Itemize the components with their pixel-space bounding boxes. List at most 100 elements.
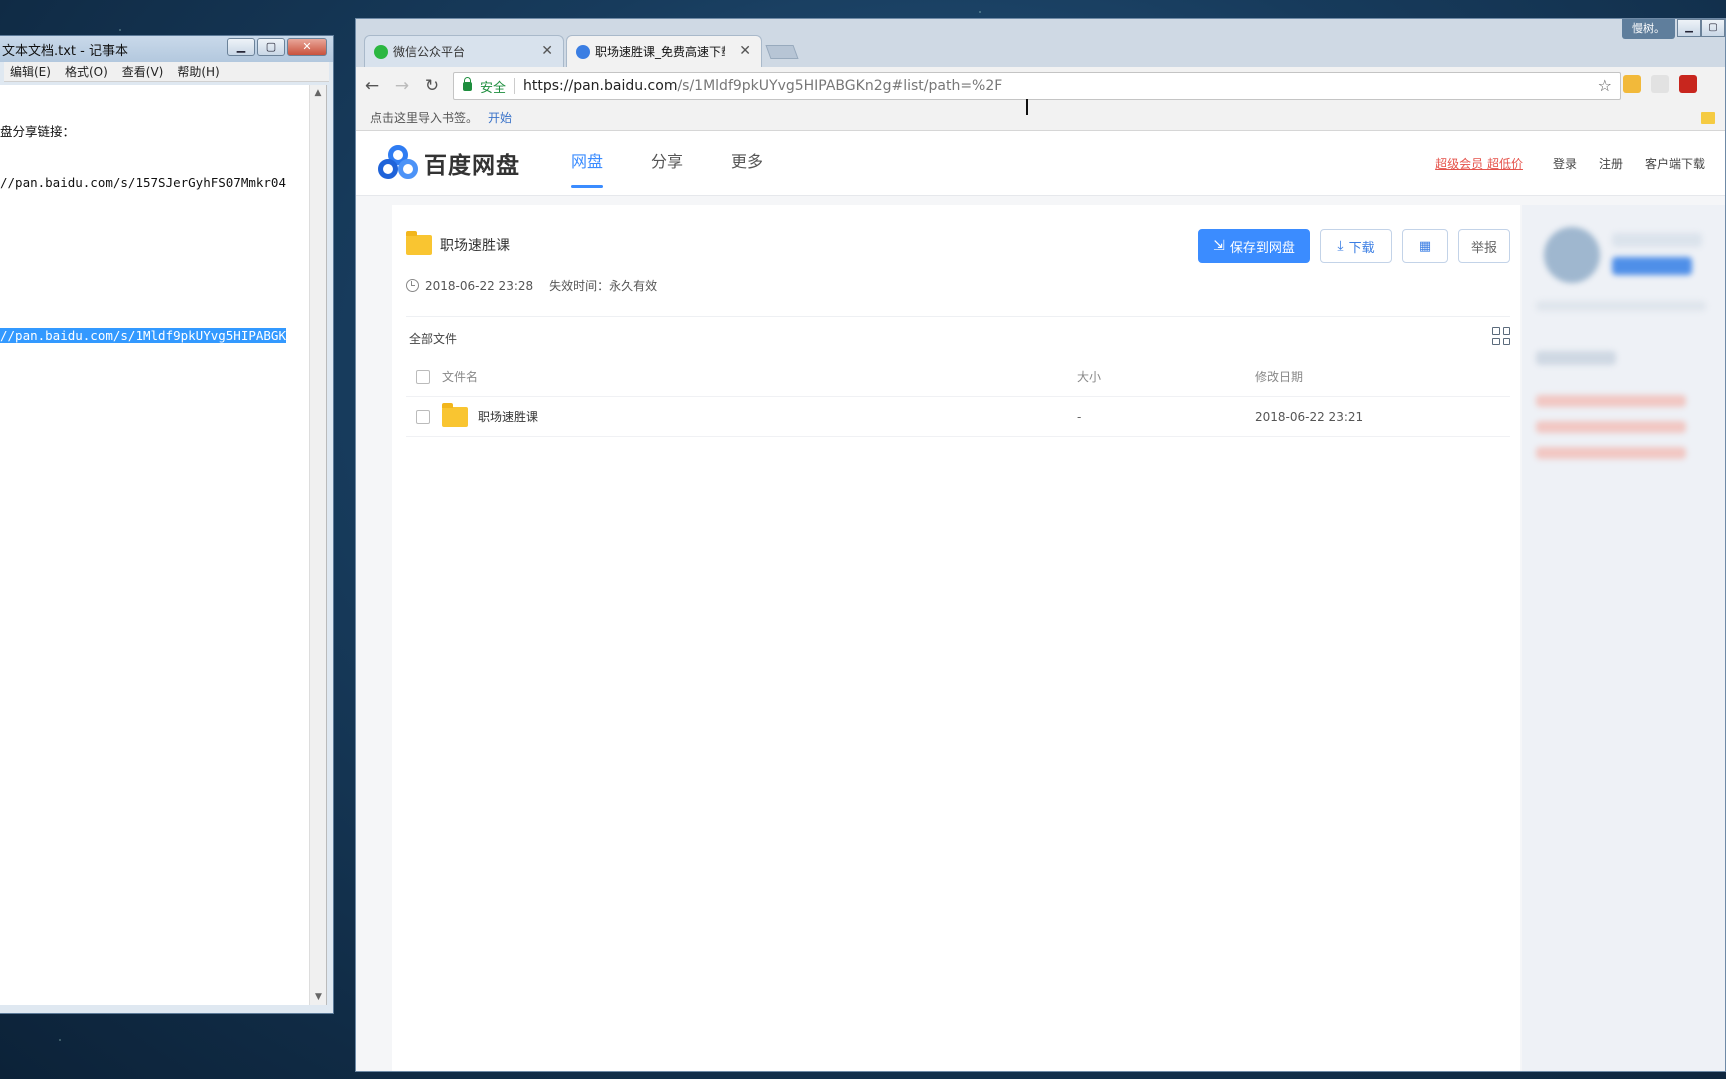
column-header-size[interactable]: 大小 (1077, 368, 1255, 385)
menu-view[interactable]: 查看(V) (122, 63, 164, 80)
back-arrow-icon[interactable]: ← (358, 76, 386, 96)
bookmarks-bar: 点击这里导入书签。 开始 (356, 105, 1725, 131)
share-title: 职场速胜课 (440, 238, 510, 254)
notepad-titlebar[interactable]: 文本文档.txt - 记事本 ▁ ▢ ✕ (0, 36, 333, 62)
side-panel (1522, 205, 1725, 1071)
baidu-pan-logo-icon (378, 145, 420, 181)
address-bar[interactable]: 安全 https://pan.baidu.com/s/1Mldf9pkUYvg5… (453, 72, 1621, 100)
column-header-date[interactable]: 修改日期 (1255, 368, 1510, 385)
avatar (1544, 227, 1600, 283)
minimize-button[interactable]: ▁ (1677, 19, 1701, 37)
text-cursor (1026, 99, 1028, 115)
tab-title: 职场速胜课_免费高速下载 (595, 45, 725, 59)
baidu-pan-icon (576, 45, 590, 59)
blurred-text (1536, 395, 1686, 407)
file-table: 文件名 大小 修改日期 职场速胜课 - 2018-06-22 23:21 (406, 357, 1510, 437)
blurred-text (1536, 421, 1686, 433)
scroll-up-icon[interactable]: ▲ (310, 85, 326, 101)
close-button[interactable]: ✕ (287, 38, 327, 56)
text-line: 盘分享链接： (0, 124, 76, 139)
report-button[interactable]: 举报 (1458, 229, 1510, 263)
extension-icon[interactable] (1651, 75, 1669, 93)
site-logo[interactable]: 百度网盘 (378, 145, 520, 181)
selected-text[interactable]: //pan.baidu.com/s/1Mldf9pkUYvg5HIPABGK (0, 328, 286, 343)
new-tab-button[interactable] (765, 45, 799, 59)
forward-arrow-icon[interactable]: → (388, 76, 416, 96)
lock-icon (463, 76, 472, 91)
share-expire-time: 失效时间：永久有效 (549, 279, 658, 293)
bookmarks-import-prompt[interactable]: 点击这里导入书签。 (370, 109, 478, 126)
blurred-text (1536, 351, 1616, 365)
logo-text: 百度网盘 (424, 153, 520, 179)
blurred-text (1612, 233, 1702, 247)
close-icon[interactable]: ✕ (541, 43, 553, 59)
tab-baidu-pan[interactable]: 职场速胜课_免费高速下载 ✕ (566, 35, 762, 67)
profile-badge[interactable]: 慢树。 (1622, 19, 1675, 39)
select-all-checkbox[interactable] (416, 369, 430, 384)
table-header: 文件名 大小 修改日期 (406, 357, 1510, 397)
notepad-title: 文本文档.txt - 记事本 (2, 43, 128, 59)
extension-icon[interactable] (1623, 75, 1641, 93)
column-header-name[interactable]: 文件名 (442, 368, 1077, 385)
nav-item-netdisk[interactable]: 网盘 (571, 131, 604, 196)
share-content: 职场速胜课 2018-06-22 23:28 失效时间：永久有效 ⇲ 保存到网盘… (392, 205, 1520, 1071)
share-created-time: 2018-06-22 23:28 (425, 278, 534, 293)
menu-format[interactable]: 格式(O) (65, 63, 108, 80)
qrcode-icon: ▦ (1418, 238, 1432, 254)
nav-item-share[interactable]: 分享 (651, 131, 683, 196)
blurred-button (1612, 257, 1692, 275)
file-size: - (1077, 409, 1082, 424)
clock-icon (406, 279, 419, 292)
vip-promo-link[interactable]: 超级会员 超低价 (1435, 155, 1523, 172)
share-meta: 2018-06-22 23:28 失效时间：永久有效 (406, 277, 657, 294)
scroll-down-icon[interactable]: ▼ (310, 989, 327, 1005)
text-line (0, 276, 326, 293)
login-link[interactable]: 登录 (1553, 155, 1577, 172)
bookmark-star-icon[interactable]: ☆ (1598, 76, 1612, 95)
blurred-text (1536, 447, 1686, 459)
site-header: 百度网盘 网盘 分享 更多 超级会员 超低价 登录 注册 客户端下载 (356, 131, 1725, 196)
nav-item-more[interactable]: 更多 (731, 131, 763, 196)
file-date: 2018-06-22 23:21 (1255, 409, 1364, 424)
client-download-link[interactable]: 客户端下载 (1645, 155, 1705, 172)
pdf-extension-icon[interactable] (1679, 75, 1697, 93)
menu-icon[interactable] (1707, 75, 1725, 93)
url-host: https://pan.baidu.com (523, 78, 678, 94)
folder-icon (442, 402, 468, 427)
breadcrumb[interactable]: 全部文件 (409, 330, 457, 347)
save-to-netdisk-button[interactable]: ⇲ 保存到网盘 (1198, 229, 1310, 263)
download-button-label: 下载 (1348, 240, 1375, 256)
wechat-icon (374, 45, 388, 59)
notepad-window: 文本文档.txt - 记事本 ▁ ▢ ✕ 编辑(E) 格式(O) 查看(V) 帮… (0, 35, 334, 1014)
folder-icon[interactable] (1701, 112, 1715, 124)
maximize-button[interactable]: ▢ (1701, 19, 1725, 37)
blurred-text (1536, 301, 1706, 311)
folder-icon (406, 231, 432, 255)
minimize-button[interactable]: ▁ (227, 38, 255, 56)
header-links: 超级会员 超低价 登录 注册 客户端下载 (1435, 131, 1705, 196)
close-icon[interactable]: ✕ (739, 43, 751, 59)
menu-help[interactable]: 帮助(H) (177, 63, 219, 80)
table-row[interactable]: 职场速胜课 - 2018-06-22 23:21 (406, 397, 1510, 437)
tab-wechat[interactable]: 微信公众平台 ✕ (364, 35, 564, 67)
bookmarks-start-link[interactable]: 开始 (488, 109, 512, 126)
browser-window: 微信公众平台 ✕ 职场速胜课_免费高速下载 ✕ 慢树。 ▁ ▢ ← → ↻ 安全… (355, 18, 1726, 1072)
reload-icon[interactable]: ↻ (418, 76, 446, 96)
web-page: 百度网盘 网盘 分享 更多 超级会员 超低价 登录 注册 客户端下载 职场速胜课… (356, 131, 1725, 1071)
menu-edit[interactable]: 编辑(E) (10, 63, 51, 80)
file-name[interactable]: 职场速胜课 (478, 408, 538, 425)
qrcode-button[interactable]: ▦ (1402, 229, 1448, 263)
save-button-label: 保存到网盘 (1229, 240, 1295, 256)
maximize-button[interactable]: ▢ (257, 38, 285, 56)
tab-strip: 微信公众平台 ✕ 职场速胜课_免费高速下载 ✕ 慢树。 ▁ ▢ (356, 19, 1725, 67)
grid-view-icon[interactable] (1492, 327, 1510, 345)
vertical-scrollbar[interactable]: ▲ ▼ (309, 85, 326, 1005)
row-checkbox[interactable] (416, 409, 430, 424)
secure-label: 安全 (480, 80, 507, 96)
register-link[interactable]: 注册 (1599, 155, 1623, 172)
notepad-editor[interactable]: 盘分享链接： //pan.baidu.com/s/157SJerGyhFS07M… (0, 85, 327, 1005)
download-icon: ⤓ (1337, 238, 1344, 254)
browser-toolbar: ← → ↻ 安全 https://pan.baidu.com/s/1Mldf9p… (356, 67, 1725, 105)
main-nav: 网盘 分享 更多 (571, 131, 763, 196)
download-button[interactable]: ⤓ 下载 (1320, 229, 1392, 263)
